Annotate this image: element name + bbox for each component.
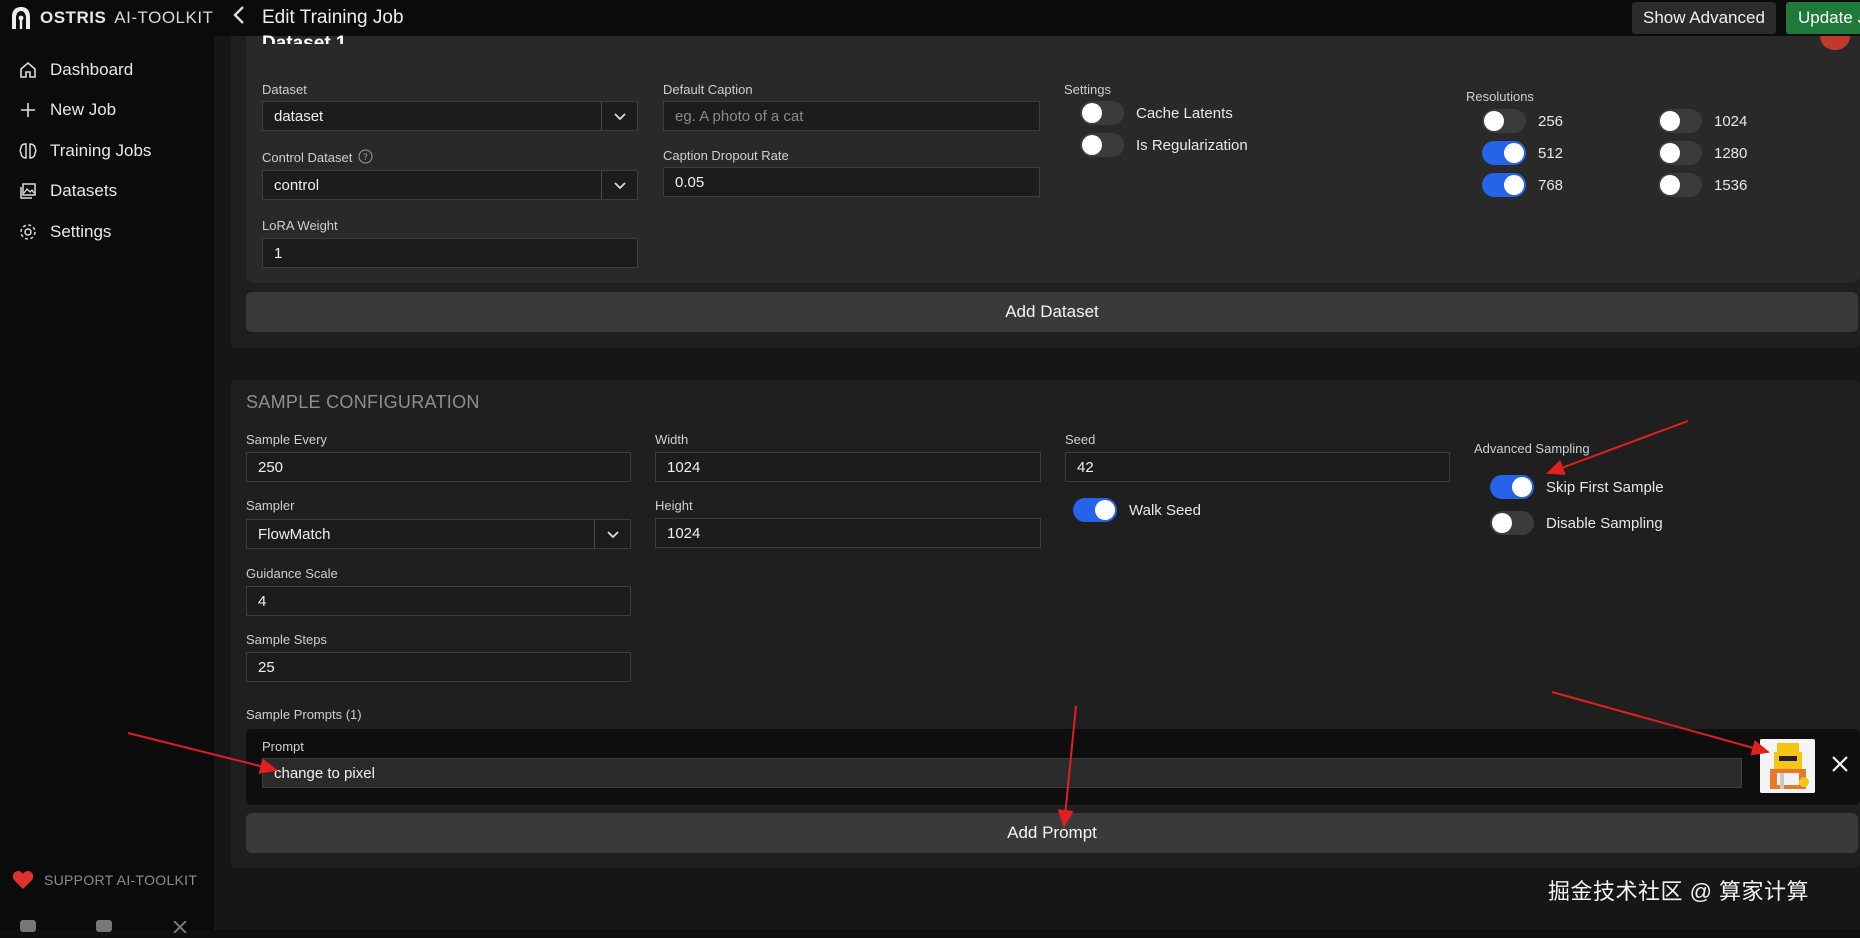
youtube-icon[interactable] bbox=[96, 920, 112, 932]
update-job-button[interactable]: Update Job bbox=[1786, 2, 1860, 34]
walk-seed-label: Walk Seed bbox=[1129, 502, 1201, 519]
home-icon bbox=[20, 61, 36, 78]
disable-sampling-label: Disable Sampling bbox=[1546, 515, 1663, 532]
resolution-1024-label: 1024 bbox=[1714, 113, 1748, 130]
ostris-logo-icon bbox=[12, 7, 30, 29]
guidance-scale-label: Guidance Scale bbox=[246, 566, 338, 581]
sidebar-item-label: Dashboard bbox=[50, 60, 134, 79]
sidebar-item-settings[interactable]: Settings bbox=[18, 222, 111, 242]
prompt-control-image[interactable] bbox=[1760, 739, 1815, 793]
chevron-down-icon bbox=[601, 171, 637, 199]
sidebar-item-training-jobs[interactable]: Training Jobs bbox=[18, 141, 151, 161]
sidebar-item-new-job[interactable]: New Job bbox=[18, 100, 116, 120]
sample-every-input[interactable]: 250 bbox=[246, 452, 631, 482]
brain-icon bbox=[19, 143, 37, 159]
sample-config-title: SAMPLE CONFIGURATION bbox=[246, 392, 480, 412]
svg-text:?: ? bbox=[363, 153, 368, 163]
lora-weight-label: LoRA Weight bbox=[262, 218, 338, 233]
sampler-label: Sampler bbox=[246, 498, 295, 513]
default-caption-input[interactable]: eg. A photo of a cat bbox=[663, 101, 1040, 131]
caption-dropout-label: Caption Dropout Rate bbox=[663, 148, 789, 163]
resolution-768-toggle[interactable] bbox=[1482, 173, 1526, 197]
resolution-1024-toggle[interactable] bbox=[1658, 109, 1702, 133]
page-title: Edit Training Job bbox=[262, 7, 404, 28]
add-dataset-button[interactable]: Add Dataset bbox=[246, 292, 1858, 332]
resolution-1280-toggle[interactable] bbox=[1658, 141, 1702, 165]
resolution-256-toggle[interactable] bbox=[1482, 109, 1526, 133]
x-icon[interactable] bbox=[172, 920, 188, 934]
sidebar-item-datasets[interactable]: Datasets bbox=[18, 181, 117, 201]
sidebar: Dashboard New Job Training Jobs Datasets… bbox=[0, 36, 214, 934]
brand-name: OSTRIS bbox=[40, 8, 107, 27]
sample-prompts-label: Sample Prompts (1) bbox=[246, 707, 362, 722]
watermark: 掘金技术社区 @ 算家计算 bbox=[1548, 879, 1810, 904]
plus-icon bbox=[21, 103, 35, 117]
width-label: Width bbox=[655, 432, 689, 447]
sidebar-item-label: New Job bbox=[50, 100, 117, 119]
sample-every-label: Sample Every bbox=[246, 432, 327, 447]
control-dataset-select[interactable]: control bbox=[262, 170, 638, 200]
resolution-1280-label: 1280 bbox=[1714, 145, 1748, 162]
lora-weight-input[interactable]: 1 bbox=[262, 238, 638, 268]
seed-input[interactable]: 42 bbox=[1065, 452, 1450, 482]
sidebar-item-label: Datasets bbox=[50, 181, 118, 200]
support-label: SUPPORT AI-TOOLKIT bbox=[44, 872, 198, 888]
resolution-512-label: 512 bbox=[1538, 145, 1564, 162]
resolution-512-toggle[interactable] bbox=[1482, 141, 1526, 165]
height-label: Height bbox=[655, 498, 693, 513]
chevron-down-icon bbox=[601, 102, 637, 130]
skip-first-sample-label: Skip First Sample bbox=[1546, 479, 1664, 496]
advanced-sampling-label: Advanced Sampling bbox=[1474, 441, 1590, 456]
settings-label: Settings bbox=[1064, 82, 1111, 97]
sample-steps-input[interactable]: 25 bbox=[246, 652, 631, 682]
height-input[interactable]: 1024 bbox=[655, 518, 1041, 548]
add-prompt-button[interactable]: Add Prompt bbox=[246, 813, 1858, 853]
gear-icon bbox=[20, 224, 36, 240]
skip-first-sample-toggle[interactable] bbox=[1490, 475, 1534, 499]
resolution-1536-toggle[interactable] bbox=[1658, 173, 1702, 197]
prompt-label: Prompt bbox=[262, 739, 304, 754]
show-advanced-button[interactable]: Show Advanced bbox=[1632, 2, 1776, 34]
control-dataset-label: Control Dataset bbox=[262, 150, 353, 165]
dataset-title: Dataset 1 bbox=[262, 33, 347, 44]
walk-seed-toggle[interactable] bbox=[1073, 498, 1117, 522]
heart-icon bbox=[12, 871, 34, 889]
back-icon[interactable] bbox=[232, 4, 246, 32]
sampler-select-value: FlowMatch bbox=[258, 525, 331, 543]
is-regularization-toggle[interactable] bbox=[1080, 133, 1124, 157]
sample-steps-label: Sample Steps bbox=[246, 632, 327, 647]
dataset-label: Dataset bbox=[262, 82, 307, 97]
cache-latents-toggle[interactable] bbox=[1080, 101, 1124, 125]
product-name: AI-TOOLKIT bbox=[114, 8, 214, 27]
chevron-down-icon bbox=[594, 520, 630, 548]
width-input[interactable]: 1024 bbox=[655, 452, 1041, 482]
resolution-256-label: 256 bbox=[1538, 113, 1564, 130]
resolution-1536-label: 1536 bbox=[1714, 177, 1748, 194]
help-icon[interactable]: ? bbox=[358, 149, 373, 164]
dataset-select-value: dataset bbox=[274, 107, 324, 125]
support-link[interactable]: SUPPORT AI-TOOLKIT bbox=[12, 870, 197, 890]
caption-dropout-input[interactable]: 0.05 bbox=[663, 167, 1040, 197]
app-logo[interactable]: OSTRIS AI-TOOLKIT bbox=[10, 6, 213, 30]
resolution-768-label: 768 bbox=[1538, 177, 1564, 194]
dataset-select[interactable]: dataset bbox=[262, 101, 638, 131]
prompt-input[interactable]: change to pixel bbox=[262, 758, 1742, 788]
sidebar-item-label: Settings bbox=[50, 222, 112, 241]
discord-icon[interactable] bbox=[20, 920, 36, 932]
sidebar-item-label: Training Jobs bbox=[50, 141, 152, 160]
default-caption-label: Default Caption bbox=[663, 82, 753, 97]
control-select-value: control bbox=[274, 176, 320, 194]
resolutions-label: Resolutions bbox=[1466, 89, 1534, 104]
sampler-select[interactable]: FlowMatch bbox=[246, 519, 631, 549]
guidance-scale-input[interactable]: 4 bbox=[246, 586, 631, 616]
cache-latents-label: Cache Latents bbox=[1136, 105, 1233, 122]
is-regularization-label: Is Regularization bbox=[1136, 137, 1248, 154]
images-icon bbox=[20, 183, 36, 199]
disable-sampling-toggle[interactable] bbox=[1490, 511, 1534, 535]
remove-prompt-icon[interactable] bbox=[1828, 752, 1852, 776]
seed-label: Seed bbox=[1065, 432, 1096, 447]
sidebar-item-dashboard[interactable]: Dashboard bbox=[18, 60, 133, 80]
